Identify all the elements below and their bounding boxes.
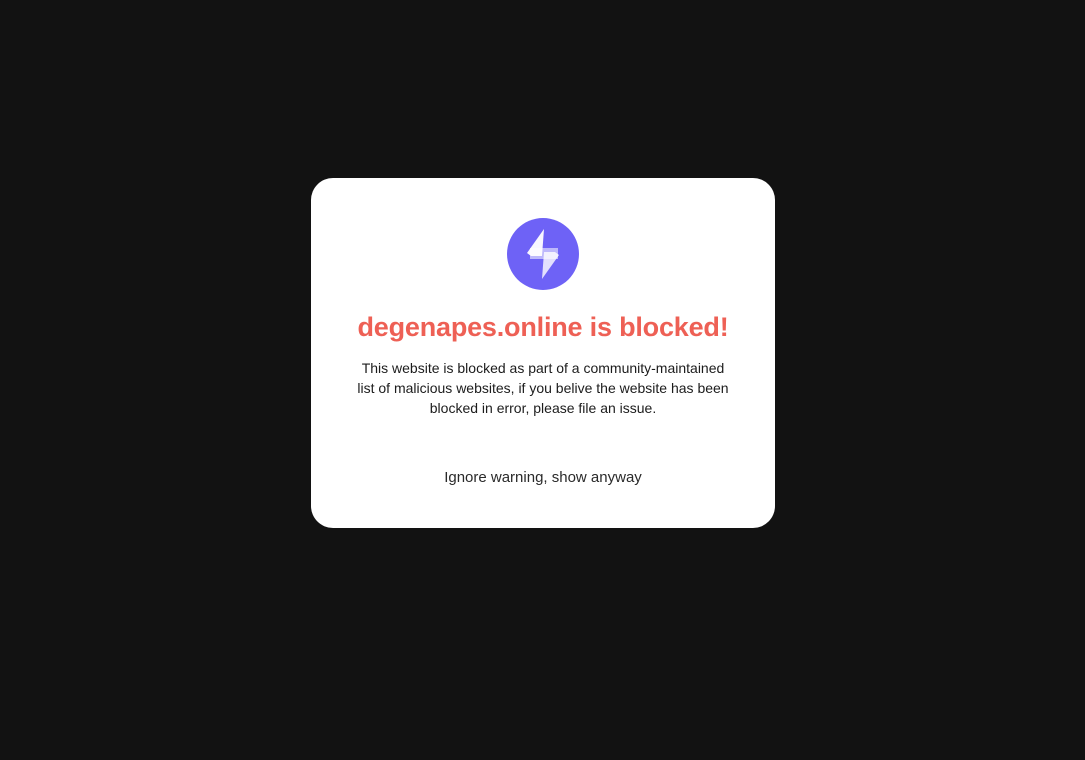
- block-warning-card: degenapes.online is blocked! This websit…: [311, 178, 775, 528]
- ignore-warning-button[interactable]: Ignore warning, show anyway: [413, 463, 673, 493]
- lightning-bolt-icon: [507, 218, 579, 290]
- blocked-title: degenapes.online is blocked!: [357, 312, 729, 342]
- blocked-page: degenapes.online is blocked! This websit…: [0, 0, 1085, 760]
- blocked-description: This website is blocked as part of a com…: [357, 360, 729, 416]
